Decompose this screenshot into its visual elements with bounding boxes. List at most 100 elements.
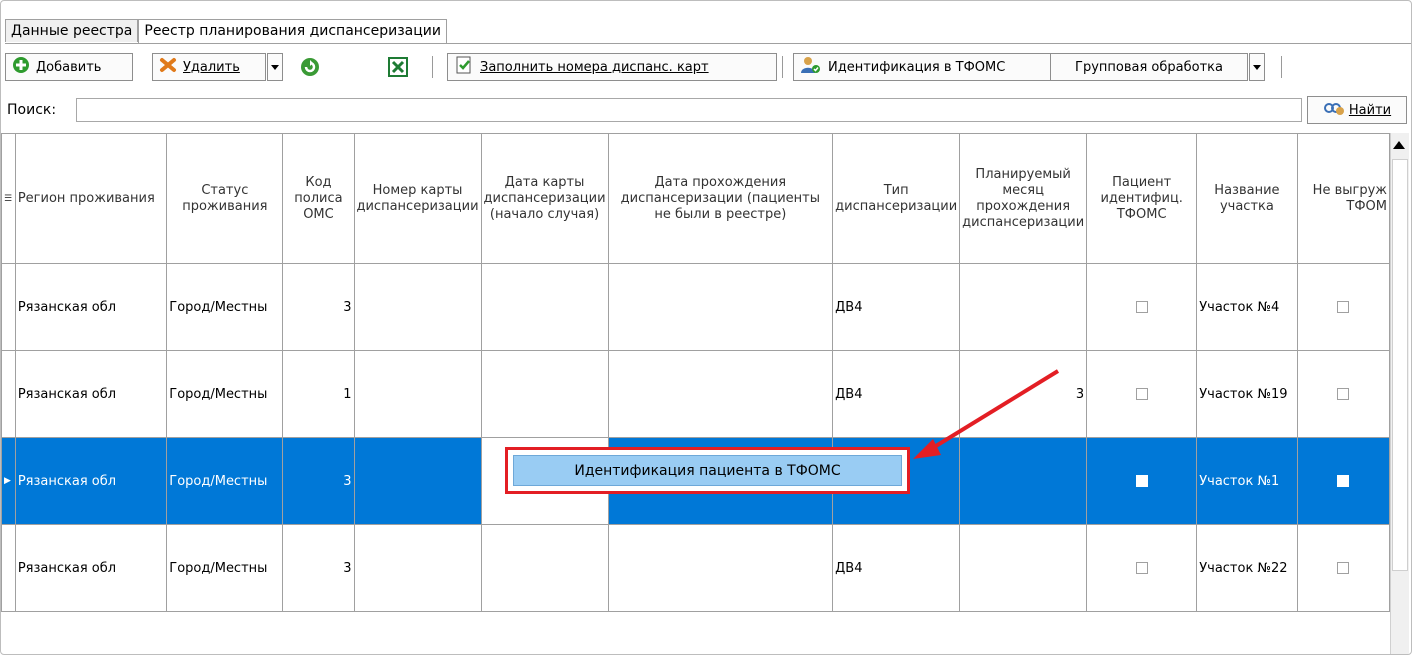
delete-dropdown[interactable] (267, 53, 283, 81)
toolbar-separator (1281, 56, 1284, 78)
add-button[interactable]: Добавить (5, 53, 133, 81)
col-card-date[interactable]: Дата карты диспансеризации (начало случа… (480, 133, 609, 264)
cell-month[interactable] (959, 524, 1088, 612)
find-label: Найти (1348, 102, 1392, 118)
registry-table: ☰ Регион проживания Статус проживания Ко… (1, 133, 1390, 612)
cell-identified[interactable] (1086, 437, 1198, 525)
cell-identified[interactable] (1086, 524, 1198, 612)
checkbox[interactable] (1135, 388, 1148, 400)
tab-planning-registry[interactable]: Реестр планирования диспансеризации (138, 19, 447, 43)
cell-type[interactable]: ДВ4 (832, 263, 961, 351)
cell-month[interactable] (959, 437, 1088, 525)
cell-not-exported[interactable] (1296, 437, 1390, 525)
cell-policy-code[interactable]: 3 (282, 263, 355, 351)
cell-site[interactable]: Участок №22 (1196, 524, 1298, 612)
checkbox[interactable] (1337, 301, 1350, 313)
delete-label: Удалить (183, 59, 240, 75)
cell-pass-date[interactable] (607, 524, 834, 612)
scrollbar-track[interactable] (1392, 159, 1408, 571)
cell-site[interactable]: Участок №4 (1196, 263, 1298, 351)
col-site[interactable]: Название участка (1196, 133, 1298, 264)
cell-month[interactable]: 3 (959, 350, 1088, 438)
cell-not-exported[interactable] (1296, 350, 1390, 438)
cell-site[interactable]: Участок №1 (1196, 437, 1298, 525)
cell-status[interactable]: Город/Местны (166, 350, 284, 438)
col-policy-code[interactable]: Код полиса ОМС (282, 133, 355, 264)
table-row[interactable]: Рязанская обл Город/Местны 1 ДВ4 3 Участ… (1, 350, 1390, 438)
table-row[interactable]: Рязанская обл Город/Местны 3 ДВ4 Участок… (1, 524, 1390, 612)
cell-status[interactable]: Город/Местны (166, 524, 284, 612)
cell-type[interactable]: ДВ4 (832, 524, 961, 612)
cell-card-number[interactable] (353, 263, 482, 351)
group-processing-button[interactable]: Групповая обработка (1050, 53, 1248, 81)
cell-card-number[interactable] (353, 350, 482, 438)
tab-divider (5, 43, 1411, 44)
row-indicator[interactable] (1, 350, 16, 438)
add-icon (12, 56, 30, 78)
cell-status[interactable]: Город/Местны (166, 437, 284, 525)
cell-identified[interactable] (1086, 350, 1198, 438)
tab-registry-data[interactable]: Данные реестра (5, 19, 139, 42)
checkbox[interactable] (1135, 475, 1148, 487)
cell-pass-date[interactable] (607, 350, 834, 438)
cell-status[interactable]: Город/Местны (166, 263, 284, 351)
find-icon (1323, 100, 1345, 120)
fill-cards-label: Заполнить номера диспанс. карт (480, 59, 709, 75)
toolbar: Добавить Удалить Заполнить номера диспан… (5, 53, 1405, 83)
checkbox[interactable] (1135, 301, 1148, 313)
toolbar-separator (432, 56, 435, 78)
cell-policy-code[interactable]: 3 (282, 437, 355, 525)
search-input[interactable] (76, 98, 1302, 122)
checkbox[interactable] (1337, 562, 1350, 574)
row-pointer-icon[interactable]: ▶ (1, 437, 16, 525)
cell-card-number[interactable] (353, 524, 482, 612)
cell-pass-date[interactable] (607, 263, 834, 351)
row-indicator[interactable] (1, 524, 16, 612)
col-status[interactable]: Статус проживания (166, 133, 284, 264)
col-card-number[interactable]: Номер карты диспансеризации (353, 133, 482, 264)
checkbox[interactable] (1135, 562, 1148, 574)
col-identified[interactable]: Пациент идентифиц. ТФОМС (1086, 133, 1198, 264)
cell-policy-code[interactable]: 1 (282, 350, 355, 438)
cell-region[interactable]: Рязанская обл (14, 350, 168, 438)
chevron-down-icon (1253, 64, 1261, 70)
group-processing-dropdown[interactable] (1249, 53, 1265, 81)
cell-type[interactable]: ДВ4 (832, 350, 961, 438)
checkbox[interactable] (1337, 475, 1350, 487)
cell-identified[interactable] (1086, 263, 1198, 351)
fill-cards-icon (454, 55, 474, 79)
cell-card-date[interactable] (480, 350, 609, 438)
cell-card-date[interactable] (480, 263, 609, 351)
cell-not-exported[interactable] (1296, 263, 1390, 351)
col-pass-date[interactable]: Дата прохождения диспансеризации (пациен… (607, 133, 834, 264)
cell-region[interactable]: Рязанская обл (14, 263, 168, 351)
add-label: Добавить (36, 59, 102, 75)
identify-label: Идентификация в ТФОМС (828, 59, 1006, 75)
col-region[interactable]: Регион проживания (14, 133, 168, 264)
cell-card-number[interactable] (353, 437, 482, 525)
cell-month[interactable] (959, 263, 1088, 351)
row-indicator[interactable] (1, 263, 16, 351)
refresh-icon[interactable] (300, 57, 320, 81)
checkbox[interactable] (1337, 388, 1350, 400)
cell-site[interactable]: Участок №19 (1196, 350, 1298, 438)
cell-region[interactable]: Рязанская обл (14, 524, 168, 612)
find-button[interactable]: Найти (1307, 96, 1407, 124)
identify-patient-menu-item[interactable]: Идентификация пациента в ТФОМС (513, 455, 902, 486)
identify-tfoms-button[interactable]: Идентификация в ТФОМС (793, 53, 1051, 81)
table-row[interactable]: Рязанская обл Город/Местны 3 ДВ4 Участок… (1, 263, 1390, 351)
scroll-up-icon[interactable] (1393, 141, 1405, 149)
app-window: Данные реестра Реестр планирования диспа… (0, 0, 1412, 655)
delete-button[interactable]: Удалить (152, 53, 266, 81)
fill-cards-button[interactable]: Заполнить номера диспанс. карт (447, 53, 777, 81)
cell-region[interactable]: Рязанская обл (14, 437, 168, 525)
excel-icon[interactable] (388, 57, 408, 81)
vertical-scrollbar[interactable] (1390, 133, 1409, 654)
col-type[interactable]: Тип диспансеризации (832, 133, 961, 264)
col-month[interactable]: Планируемый месяц прохождения диспансери… (959, 133, 1088, 264)
col-not-exported[interactable]: Не выгруж ТФОМ (1296, 133, 1390, 264)
cell-policy-code[interactable]: 3 (282, 524, 355, 612)
column-chooser-icon[interactable]: ☰ (1, 133, 16, 264)
cell-card-date[interactable] (480, 524, 609, 612)
cell-not-exported[interactable] (1296, 524, 1390, 612)
